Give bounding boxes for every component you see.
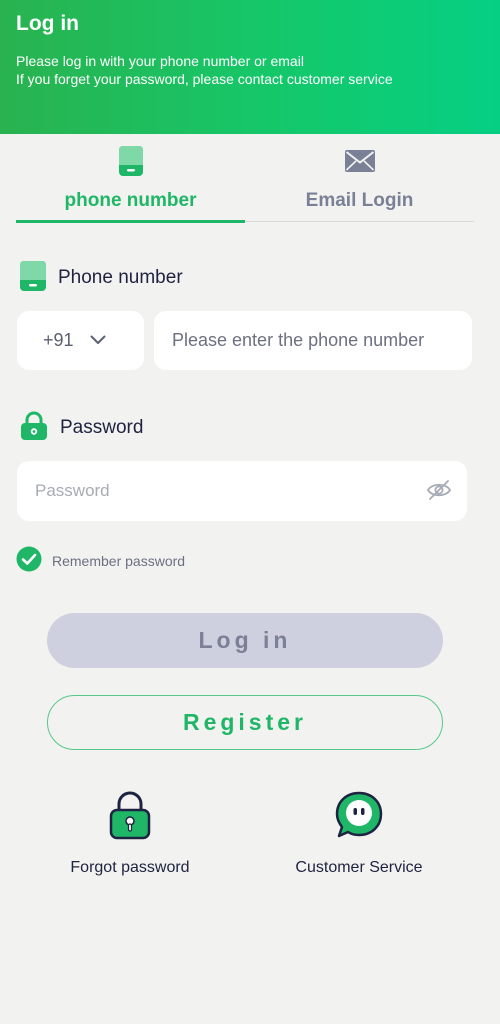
header-subtitle-line1: Please log in with your phone number or … — [16, 53, 304, 69]
password-label-text: Password — [60, 417, 144, 438]
header: Log in Please log in with your phone num… — [0, 0, 500, 134]
lock-icon — [109, 790, 151, 845]
remember-password-label: Remember password — [52, 553, 186, 569]
country-code-value: +91 — [43, 330, 74, 350]
phone-icon — [20, 260, 46, 296]
tab-phone-number[interactable]: phone number — [16, 134, 245, 224]
password-input[interactable] — [17, 461, 467, 521]
phone-icon — [118, 146, 143, 181]
tab-email-login[interactable]: Email Login — [245, 134, 474, 224]
chat-bubble-icon — [335, 790, 383, 845]
forgot-password-link[interactable]: Forgot password — [30, 790, 230, 877]
login-tabs: phone number Email Login — [16, 134, 474, 224]
login-button[interactable]: Log in — [47, 613, 443, 668]
customer-service-link[interactable]: Customer Service — [259, 790, 459, 877]
tab-email-label: Email Login — [305, 190, 414, 211]
mail-icon — [344, 150, 375, 177]
eye-slash-icon[interactable] — [426, 478, 452, 507]
customer-service-label: Customer Service — [295, 859, 423, 876]
chevron-down-icon — [90, 332, 106, 350]
forgot-password-label: Forgot password — [70, 859, 190, 876]
tab-phone-label: phone number — [64, 190, 197, 211]
header-subtitle-line2: If you forget your password, please cont… — [16, 71, 393, 87]
active-tab-indicator — [16, 220, 245, 223]
phone-field-label: Phone number — [20, 260, 183, 296]
check-circle-icon — [16, 546, 42, 577]
country-code-select[interactable]: +91 — [17, 311, 144, 370]
lock-icon — [20, 411, 48, 446]
register-button[interactable]: Register — [47, 695, 443, 750]
password-field-label: Password — [20, 411, 144, 446]
phone-number-input[interactable] — [154, 311, 472, 370]
phone-label-text: Phone number — [58, 267, 183, 288]
remember-password-checkbox[interactable]: Remember password — [16, 546, 186, 577]
page-title: Log in — [16, 12, 79, 35]
